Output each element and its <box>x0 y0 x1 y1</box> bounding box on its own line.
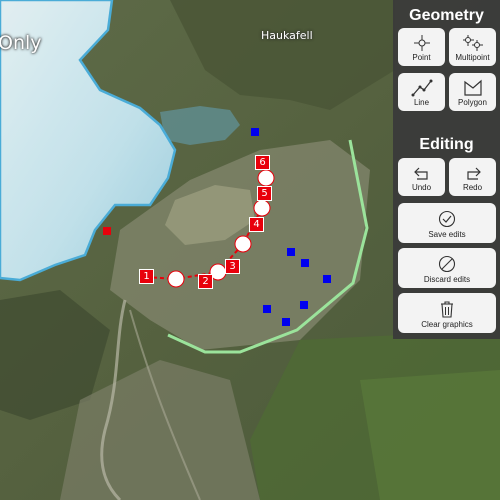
polygon-icon <box>463 79 482 96</box>
trash-icon <box>441 301 453 318</box>
redo-button[interactable]: Redo <box>449 158 496 196</box>
point-icon <box>413 35 430 51</box>
clear-graphics-button[interactable]: Clear graphics <box>398 293 496 333</box>
undo-button[interactable]: Undo <box>398 158 445 196</box>
blue-point <box>300 301 308 309</box>
undo-label: Undo <box>411 183 432 192</box>
blue-point <box>263 305 271 313</box>
glacier-name-label: Only <box>0 32 42 54</box>
vertex-label-2: 2 <box>198 274 213 289</box>
blue-point <box>323 275 331 283</box>
redo-label: Redo <box>462 183 483 192</box>
vertex-handle <box>234 235 252 253</box>
vertex-label-1: 1 <box>139 269 154 284</box>
line-tool-label: Line <box>413 98 430 107</box>
undo-icon <box>413 167 428 180</box>
geometry-section-title: Geometry <box>409 7 484 24</box>
circle-slash-icon <box>438 255 456 273</box>
blue-point <box>287 248 295 256</box>
point-tool-label: Point <box>412 53 431 62</box>
clear-graphics-label: Clear graphics <box>421 320 473 329</box>
redo-icon <box>466 167 481 180</box>
checkmark-circle-icon <box>438 210 456 228</box>
save-edits-button[interactable]: Save edits <box>398 203 496 243</box>
place-label-haukafell: Haukafell <box>261 29 313 42</box>
editing-panel: Geometry Point Multipoint Line Polygon E… <box>393 0 500 339</box>
vertex-label-6: 6 <box>255 155 270 170</box>
polygon-tool-button[interactable]: Polygon <box>449 73 496 111</box>
editing-section-title: Editing <box>419 136 474 153</box>
polygon-tool-label: Polygon <box>458 98 487 107</box>
multipoint-icon <box>462 35 483 51</box>
vertex-handle <box>253 199 271 217</box>
green-fields-east <box>360 370 500 500</box>
vertex-label-3: 3 <box>225 259 240 274</box>
vertex-handle <box>257 169 275 187</box>
vertex-handle <box>167 270 185 288</box>
discard-edits-button[interactable]: Discard edits <box>398 248 496 288</box>
vertex-label-5: 5 <box>257 186 272 201</box>
red-point-graphic <box>103 227 111 235</box>
discard-edits-label: Discard edits <box>423 275 471 284</box>
blue-point <box>251 128 259 136</box>
save-edits-label: Save edits <box>428 230 466 239</box>
multipoint-tool-label: Multipoint <box>455 53 490 62</box>
line-tool-button[interactable]: Line <box>398 73 445 111</box>
blue-point <box>282 318 290 326</box>
line-icon <box>411 79 432 97</box>
blue-point <box>301 259 309 267</box>
vertex-label-4: 4 <box>249 217 264 232</box>
multipoint-tool-button[interactable]: Multipoint <box>449 28 496 66</box>
point-tool-button[interactable]: Point <box>398 28 445 66</box>
